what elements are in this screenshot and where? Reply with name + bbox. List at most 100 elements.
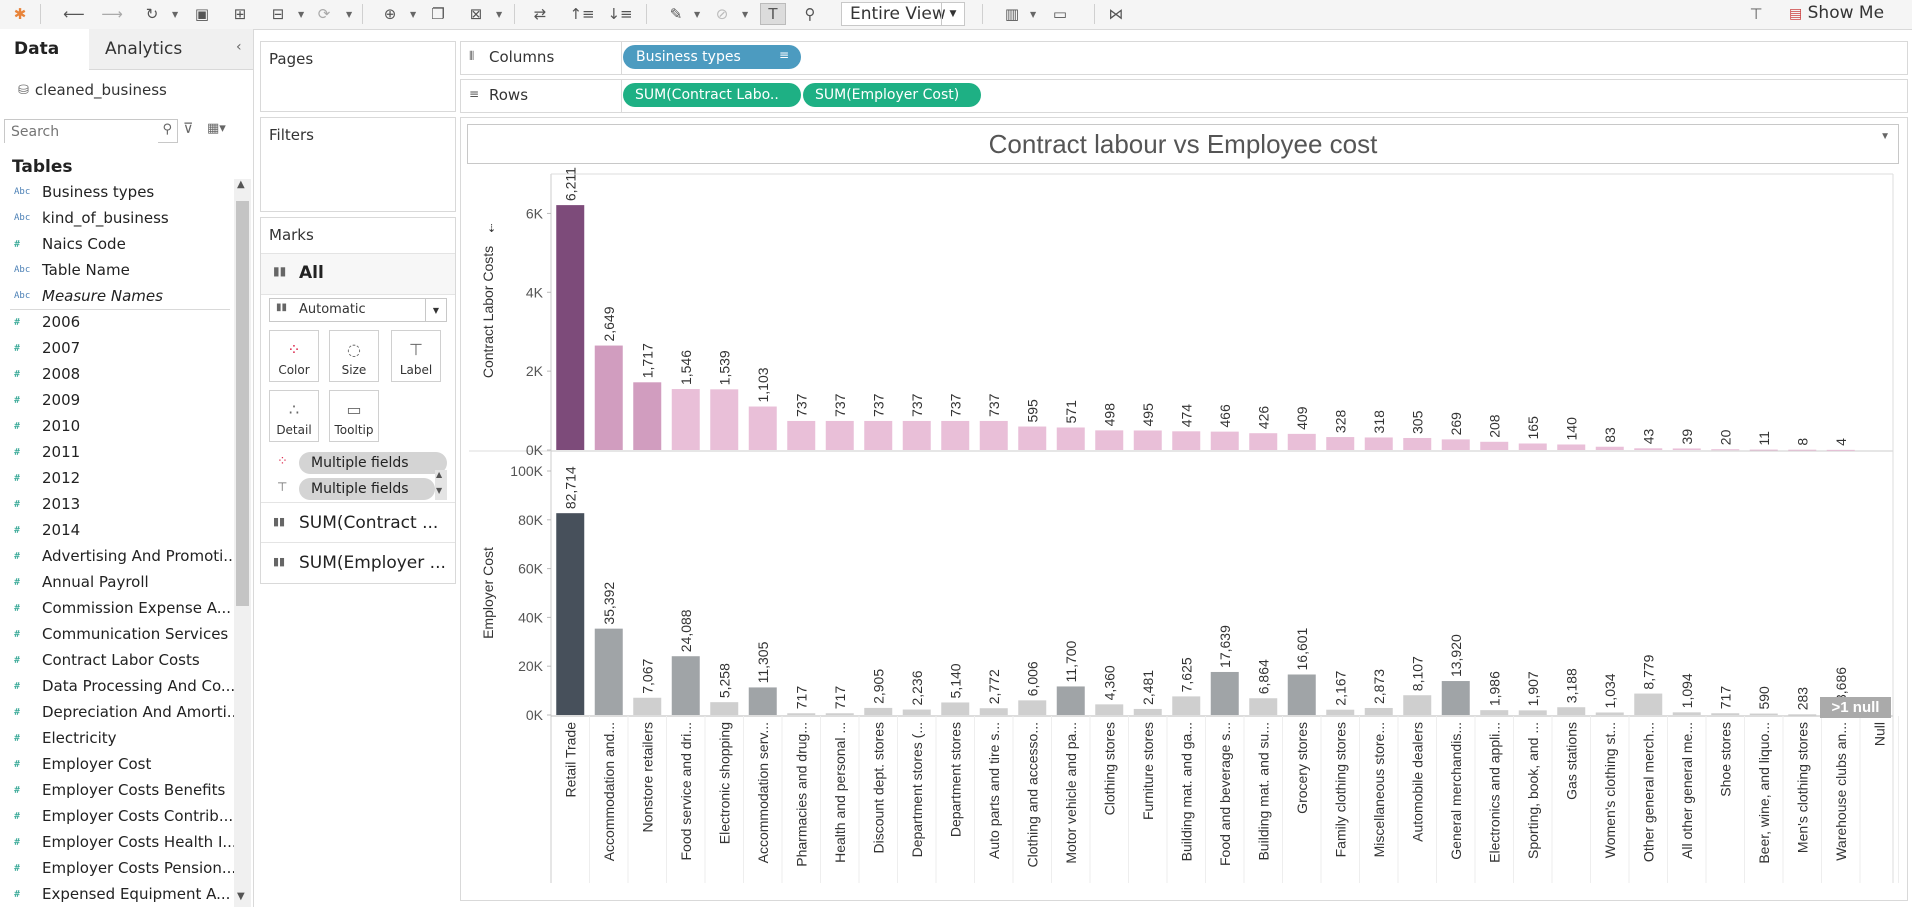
field-item[interactable]: Abc Table Name	[14, 257, 130, 283]
field-item[interactable]: #2006	[14, 309, 80, 335]
rows-shelf[interactable]: ≡ Rows SUM(Contract Labo.. SUM(Employer …	[460, 79, 1908, 113]
replay-icon[interactable]: ↻	[140, 3, 164, 25]
scroll-down-icon[interactable]: ▼	[436, 486, 442, 495]
pause-dropdown-icon[interactable]: ▼	[298, 10, 304, 19]
pause-updates-icon[interactable]: ⊟	[266, 3, 290, 25]
x-category-label: Other general merch...	[1640, 722, 1656, 862]
sort-descending-icon[interactable]: ↓≡	[607, 3, 632, 25]
search-input[interactable]	[5, 120, 158, 144]
format-painter-icon[interactable]: ⊤	[1744, 3, 1768, 25]
field-item[interactable]: # Contract Labor Costs	[14, 647, 200, 673]
share-icon[interactable]: ⋈	[1104, 3, 1128, 25]
fix-axes-icon[interactable]: ⚲	[798, 3, 822, 25]
field-item[interactable]: #2007	[14, 335, 80, 361]
show-mark-labels-icon[interactable]: T	[760, 3, 786, 25]
size-button[interactable]: ◌ Size	[329, 330, 379, 382]
field-item[interactable]: # Advertising And Promoti...	[14, 543, 234, 569]
field-item[interactable]: # Communication Services	[14, 621, 228, 647]
marks-all-tab[interactable]: ▮▮ All	[261, 253, 455, 295]
new-datasource-icon[interactable]: ⊞	[228, 3, 252, 25]
field-item[interactable]: Abc kind_of_business	[14, 205, 169, 231]
group-dropdown-icon[interactable]: ▼	[742, 10, 748, 19]
label-button[interactable]: ⊤ Label	[391, 330, 441, 382]
refresh-dropdown-icon[interactable]: ▼	[346, 10, 352, 19]
field-list-scrollbar[interactable]: ▲ ▼	[234, 179, 251, 907]
replay-dropdown-icon[interactable]: ▼	[172, 10, 178, 19]
tableau-logo-icon[interactable]: ✱	[8, 3, 32, 25]
refresh-icon[interactable]: ⟳	[312, 3, 336, 25]
rows-pill-contract[interactable]: SUM(Contract Labo..	[623, 83, 801, 107]
columns-pill[interactable]: Business types ≡	[623, 45, 801, 69]
field-item[interactable]: # Annual Payroll	[14, 569, 149, 595]
bar-value-label: 35,392	[601, 582, 617, 625]
columns-shelf[interactable]: ⦀ Columns Business types ≡	[460, 41, 1908, 75]
field-item[interactable]: Abc Measure Names	[14, 283, 163, 309]
rows-pill-employer[interactable]: SUM(Employer Cost)	[803, 83, 981, 107]
field-item[interactable]: #2009	[14, 387, 80, 413]
scroll-up-icon[interactable]: ▲	[237, 179, 245, 190]
field-item[interactable]: # Electricity	[14, 725, 117, 751]
pages-card[interactable]: Pages	[260, 41, 456, 112]
label-pill[interactable]: Multiple fields	[299, 478, 435, 500]
field-item[interactable]: # Employer Costs Contrib...	[14, 803, 233, 829]
field-item[interactable]: # Commission Expense A...	[14, 595, 231, 621]
marks-measure-tab-contract[interactable]: ▮▮ SUM(Contract ...	[261, 502, 455, 543]
highlight-icon[interactable]: ✎	[664, 3, 688, 25]
field-item[interactable]: # Naics Code	[14, 231, 126, 257]
view-options-icon[interactable]: ▦▾	[207, 121, 226, 136]
field-item[interactable]: #2010	[14, 413, 80, 439]
null-indicator[interactable]: >1 null	[1820, 697, 1891, 718]
undo-icon[interactable]: ⟵	[62, 3, 86, 25]
cards-dropdown-icon[interactable]: ▼	[1030, 10, 1036, 19]
new-worksheet-dropdown-icon[interactable]: ▼	[410, 10, 416, 19]
filter-icon[interactable]: ⊽	[183, 121, 193, 137]
fit-selector[interactable]: Entire View ▼	[841, 2, 965, 26]
scroll-thumb[interactable]	[236, 201, 249, 606]
field-item[interactable]: #2011	[14, 439, 80, 465]
presentation-mode-icon[interactable]: ▭	[1048, 3, 1072, 25]
datasource-item[interactable]: ⛁ cleaned_business	[18, 81, 167, 99]
field-item[interactable]: # Employer Cost	[14, 751, 151, 777]
swap-rows-columns-icon[interactable]: ⇄	[528, 3, 552, 25]
group-members-icon[interactable]: ⊘	[710, 3, 734, 25]
clear-dropdown-icon[interactable]: ▼	[496, 10, 502, 19]
field-item[interactable]: # Data Processing And Co...	[14, 673, 234, 699]
filters-card[interactable]: Filters	[260, 117, 456, 212]
search-box[interactable]: ⚲	[4, 119, 178, 144]
marks-measure-tab-employer[interactable]: ▮▮ SUM(Employer ...	[261, 542, 455, 583]
field-item[interactable]: # Employer Costs Health I...	[14, 829, 234, 855]
field-item[interactable]: Abc Business types	[14, 179, 154, 205]
field-item[interactable]: #2012	[14, 465, 80, 491]
field-item[interactable]: #2014	[14, 517, 80, 543]
sort-icon[interactable]: ≡	[779, 48, 789, 62]
field-item[interactable]: #2013	[14, 491, 80, 517]
save-icon[interactable]: ▣	[190, 3, 214, 25]
field-item[interactable]: #2008	[14, 361, 80, 387]
detail-button[interactable]: ∴ Detail	[269, 390, 319, 442]
bar-value-label: 208	[1486, 414, 1502, 438]
tab-data[interactable]: Data	[0, 29, 90, 69]
scroll-down-icon[interactable]: ▼	[237, 891, 245, 902]
redo-icon[interactable]: ⟶	[100, 3, 124, 25]
mark-type-select[interactable]: ▮▮ Automatic ▼	[269, 298, 447, 322]
field-item[interactable]: # Employer Costs Benefits	[14, 777, 225, 803]
color-pill[interactable]: Multiple fields	[299, 452, 447, 474]
sort-ascending-icon[interactable]: ↑≡	[569, 3, 594, 25]
field-item[interactable]: # Employer Costs Pension...	[14, 855, 234, 881]
field-item[interactable]: # Depreciation And Amorti...	[14, 699, 234, 725]
tooltip-button[interactable]: ▭ Tooltip	[329, 390, 379, 442]
pill-list-scrollbar[interactable]: ▲ ▼	[435, 470, 447, 500]
scroll-up-icon[interactable]: ▲	[436, 470, 442, 479]
show-me-button[interactable]: ▤ Show Me	[1789, 3, 1884, 23]
chevron-down-icon[interactable]: ▼	[941, 3, 964, 25]
duplicate-sheet-icon[interactable]: ❐	[426, 3, 450, 25]
chevron-down-icon[interactable]: ▼	[425, 299, 446, 321]
clear-sheet-icon[interactable]: ⊠	[464, 3, 488, 25]
field-item[interactable]: # Expensed Equipment A...	[14, 881, 230, 907]
color-button[interactable]: ⁘ Color	[269, 330, 319, 382]
tab-analytics[interactable]: Analytics ‹	[89, 29, 253, 70]
highlight-dropdown-icon[interactable]: ▼	[694, 10, 700, 19]
collapse-pane-icon[interactable]: ‹	[236, 39, 242, 55]
show-cards-icon[interactable]: ▥	[1000, 3, 1024, 25]
new-worksheet-icon[interactable]: ⊕	[378, 3, 402, 25]
